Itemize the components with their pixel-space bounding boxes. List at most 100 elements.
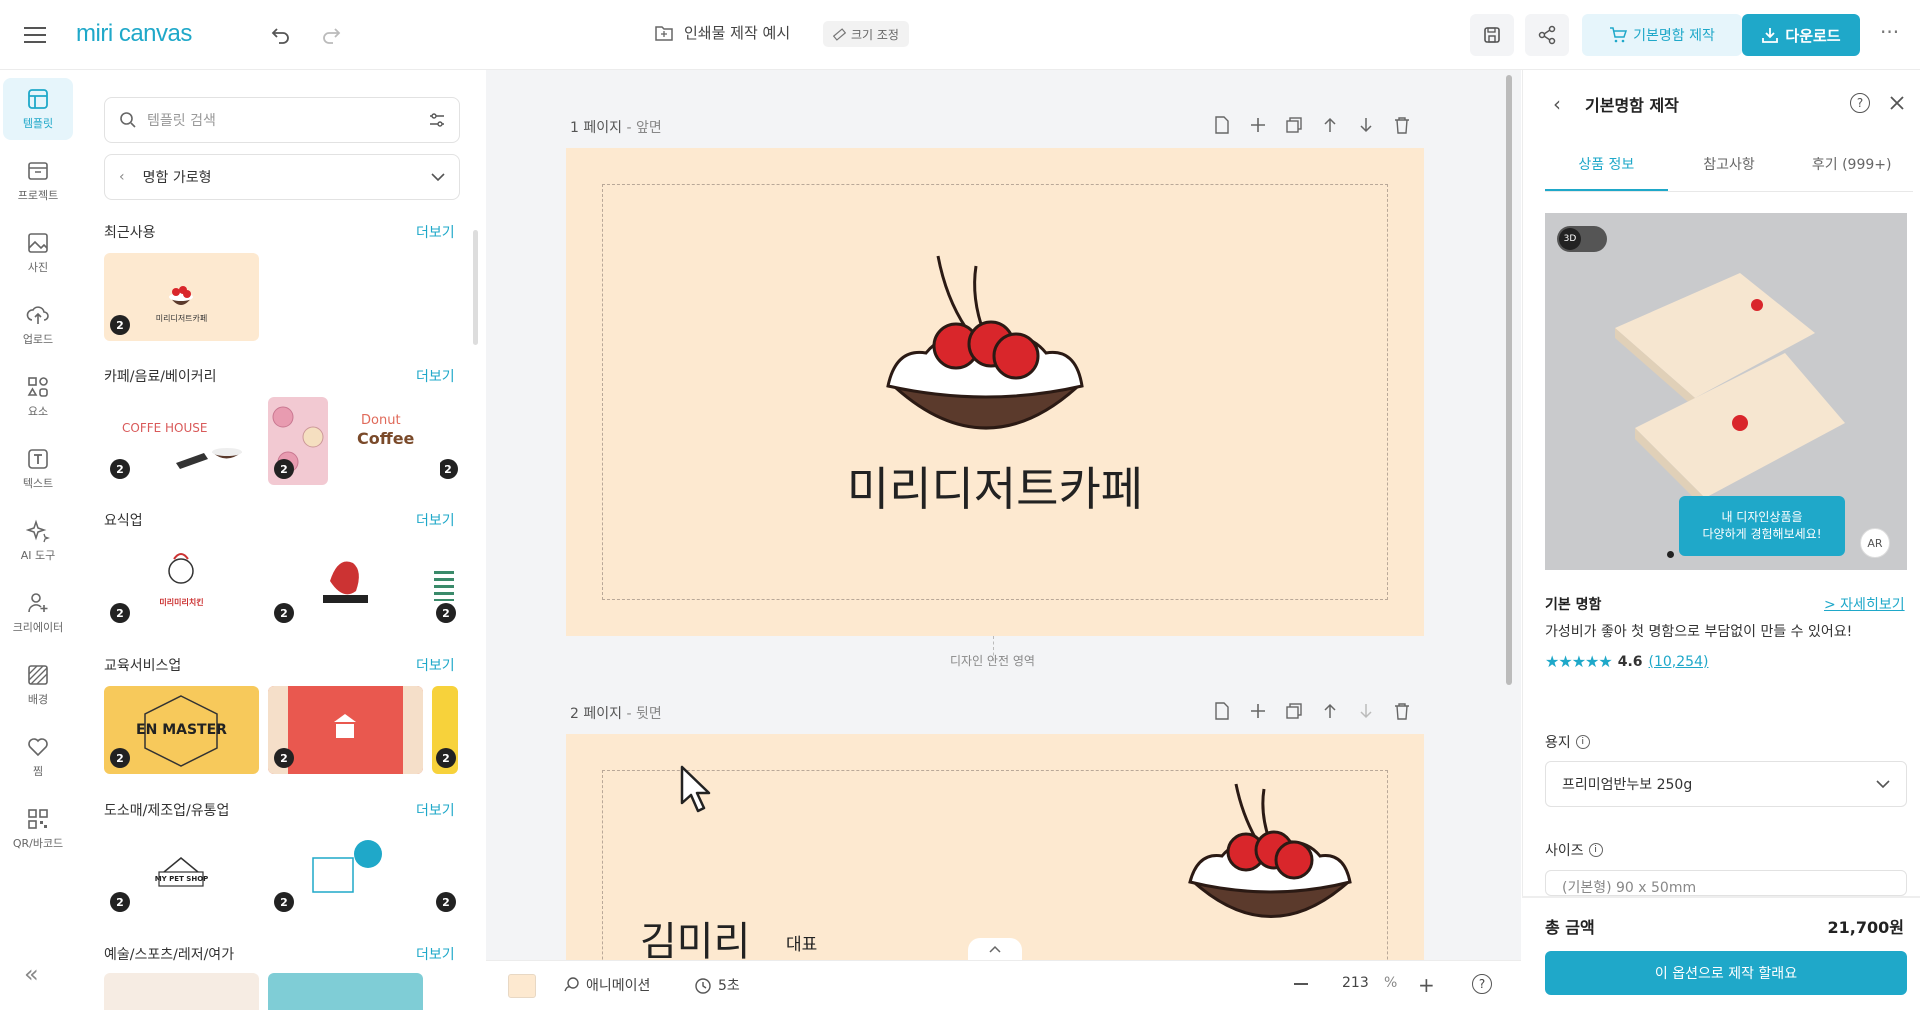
zoom-value[interactable]: 213 <box>1342 975 1369 991</box>
plus-icon[interactable] <box>1249 702 1267 720</box>
save-button[interactable] <box>1470 14 1514 56</box>
nav-item-background[interactable]: 배경 <box>3 654 73 716</box>
duplicate-icon[interactable] <box>1285 116 1303 134</box>
close-icon[interactable] <box>1889 95 1905 111</box>
trash-icon[interactable] <box>1393 702 1411 720</box>
download-button[interactable]: 다운로드 <box>1742 14 1860 56</box>
back-name[interactable]: 김미리 <box>640 909 750 960</box>
nav-item-project[interactable]: 프로젝트 <box>3 150 73 212</box>
move-up-icon[interactable] <box>1321 702 1339 720</box>
ar-view-button[interactable]: AR <box>1860 528 1890 558</box>
template-thumb-donut-coffee[interactable]: Donut Coffee <box>337 397 437 485</box>
info-icon[interactable]: i <box>1575 735 1590 749</box>
nav-item-creator[interactable]: 크리에이터 <box>3 582 73 644</box>
template-thumb-partial[interactable]: 2 <box>440 397 458 485</box>
redo-icon[interactable] <box>318 22 344 48</box>
animation-button[interactable]: 애니메이션 <box>562 975 650 995</box>
expand-pages-handle[interactable] <box>968 938 1022 960</box>
qr-icon <box>28 809 48 829</box>
background-color-swatch[interactable] <box>508 974 536 998</box>
back-icon[interactable]: ‹ <box>1553 92 1561 116</box>
template-thumb-museum[interactable]: 2 <box>268 686 423 774</box>
3d-toggle[interactable]: 3D <box>1557 226 1607 252</box>
zoom-in-icon[interactable]: + <box>1418 973 1435 997</box>
more-options-icon[interactable]: ··· <box>1880 20 1899 44</box>
move-up-icon[interactable] <box>1321 116 1339 134</box>
nav-item-elements[interactable]: 요소 <box>3 366 73 428</box>
order-button[interactable]: 이 옵션으로 제작 할래요 <box>1545 951 1907 995</box>
template-thumb-coffee-house[interactable]: COFFE HOUSE 2 <box>104 397 259 485</box>
nav-item-photo[interactable]: 사진 <box>3 222 73 284</box>
category-select[interactable]: ‹ 명함 가로형 <box>104 154 460 200</box>
share-button[interactable] <box>1525 14 1569 56</box>
move-down-icon[interactable] <box>1357 116 1375 134</box>
nav-item-upload[interactable]: 업로드 <box>3 294 73 356</box>
menu-icon[interactable] <box>22 22 48 48</box>
size-label: 사이즈 i <box>1545 840 1603 860</box>
carousel-dot[interactable] <box>1667 551 1674 558</box>
template-thumb-partial[interactable]: 2 <box>432 686 458 774</box>
panel-scrollbar[interactable] <box>473 230 478 345</box>
workspace-scrollbar[interactable] <box>1506 75 1512 685</box>
add-page-icon[interactable] <box>1213 116 1231 134</box>
tab-product-info[interactable]: 상품 정보 <box>1545 150 1668 191</box>
paper-select[interactable]: 프리미엄반누보 250g <box>1545 761 1907 807</box>
back-role[interactable]: 대표 <box>786 930 817 955</box>
resize-button[interactable]: 크기 조정 <box>823 21 909 47</box>
template-thumb-arts[interactable] <box>104 973 259 1010</box>
app-logo[interactable]: miri canvas <box>76 20 192 48</box>
template-thumb-donut-pattern[interactable]: 2 <box>268 397 328 485</box>
more-link[interactable]: 더보기 <box>416 366 455 386</box>
tab-notes[interactable]: 참고사항 <box>1668 150 1791 191</box>
tooltip-line: 다양하게 경험해보세요! <box>1702 527 1822 541</box>
template-thumb-partial[interactable]: 2 <box>432 541 458 629</box>
help-icon[interactable]: ? <box>1472 974 1492 994</box>
more-link[interactable]: 더보기 <box>416 655 455 675</box>
more-link[interactable]: 더보기 <box>416 944 455 964</box>
tab-reviews[interactable]: 후기 (999+) <box>1790 150 1913 191</box>
filter-icon[interactable] <box>429 112 445 128</box>
template-search[interactable]: 템플릿 검색 <box>104 97 460 143</box>
document-title[interactable]: 인쇄물 제작 예시 <box>654 22 790 43</box>
card-title[interactable]: 미리디저트카페 <box>566 453 1424 519</box>
plus-icon[interactable] <box>1249 116 1267 134</box>
nav-item-text[interactable]: 텍스트 <box>3 438 73 500</box>
template-thumb-rooster[interactable]: 2 <box>268 541 423 629</box>
size-select[interactable]: (기본형) 90 x 50mm <box>1545 870 1907 896</box>
nav-item-favorites[interactable]: 찜 <box>3 726 73 788</box>
nav-item-qr[interactable]: QR/바코드 <box>3 798 73 860</box>
chevron-left-icon[interactable]: ‹ <box>119 169 125 185</box>
template-thumb-en-master[interactable]: EN MASTER 2 <box>104 686 259 774</box>
template-thumb-recent[interactable]: 미리디저트카페 2 <box>104 253 259 341</box>
more-link[interactable]: 더보기 <box>416 222 455 242</box>
detail-link[interactable]: > 자세히보기 <box>1824 594 1905 614</box>
move-down-icon[interactable] <box>1357 702 1375 720</box>
product-name: 기본 명함 <box>1545 597 1602 613</box>
duplicate-icon[interactable] <box>1285 702 1303 720</box>
business-card-front[interactable]: 미리디저트카페 <box>566 148 1424 636</box>
make-business-card-button[interactable]: 기본명함 제작 <box>1582 14 1742 56</box>
page-number: 2 페이지 <box>570 706 622 722</box>
more-link[interactable]: 더보기 <box>416 800 455 820</box>
page-2-tools <box>1213 702 1411 720</box>
more-link[interactable]: 더보기 <box>416 510 455 530</box>
zoom-out-icon[interactable] <box>1294 983 1308 985</box>
template-thumb-delivery[interactable]: 2 <box>268 830 423 918</box>
nav-label: 사진 <box>27 261 49 274</box>
info-icon[interactable]: i <box>1588 843 1603 857</box>
nav-item-template[interactable]: 템플릿 <box>3 78 73 140</box>
help-icon[interactable]: ? <box>1850 93 1870 113</box>
template-thumb-pet-shop[interactable]: MY PET SHOP 2 <box>104 830 259 918</box>
collapse-panel-icon[interactable]: « <box>24 960 39 988</box>
nav-item-ai-tool[interactable]: AI 도구 <box>3 510 73 572</box>
template-thumb-arts[interactable] <box>268 973 423 1010</box>
add-page-icon[interactable] <box>1213 702 1231 720</box>
undo-icon[interactable] <box>268 22 294 48</box>
section-title-education: 교육서비스업 <box>104 658 182 674</box>
trash-icon[interactable] <box>1393 116 1411 134</box>
review-count-link[interactable]: (10,254) <box>1649 654 1709 670</box>
template-thumb-partial[interactable]: 2 <box>432 830 458 918</box>
duration-button[interactable]: 5초 <box>694 975 740 995</box>
template-thumb-chicken[interactable]: 미리미리치킨 2 <box>104 541 259 629</box>
timer-icon <box>695 978 711 994</box>
